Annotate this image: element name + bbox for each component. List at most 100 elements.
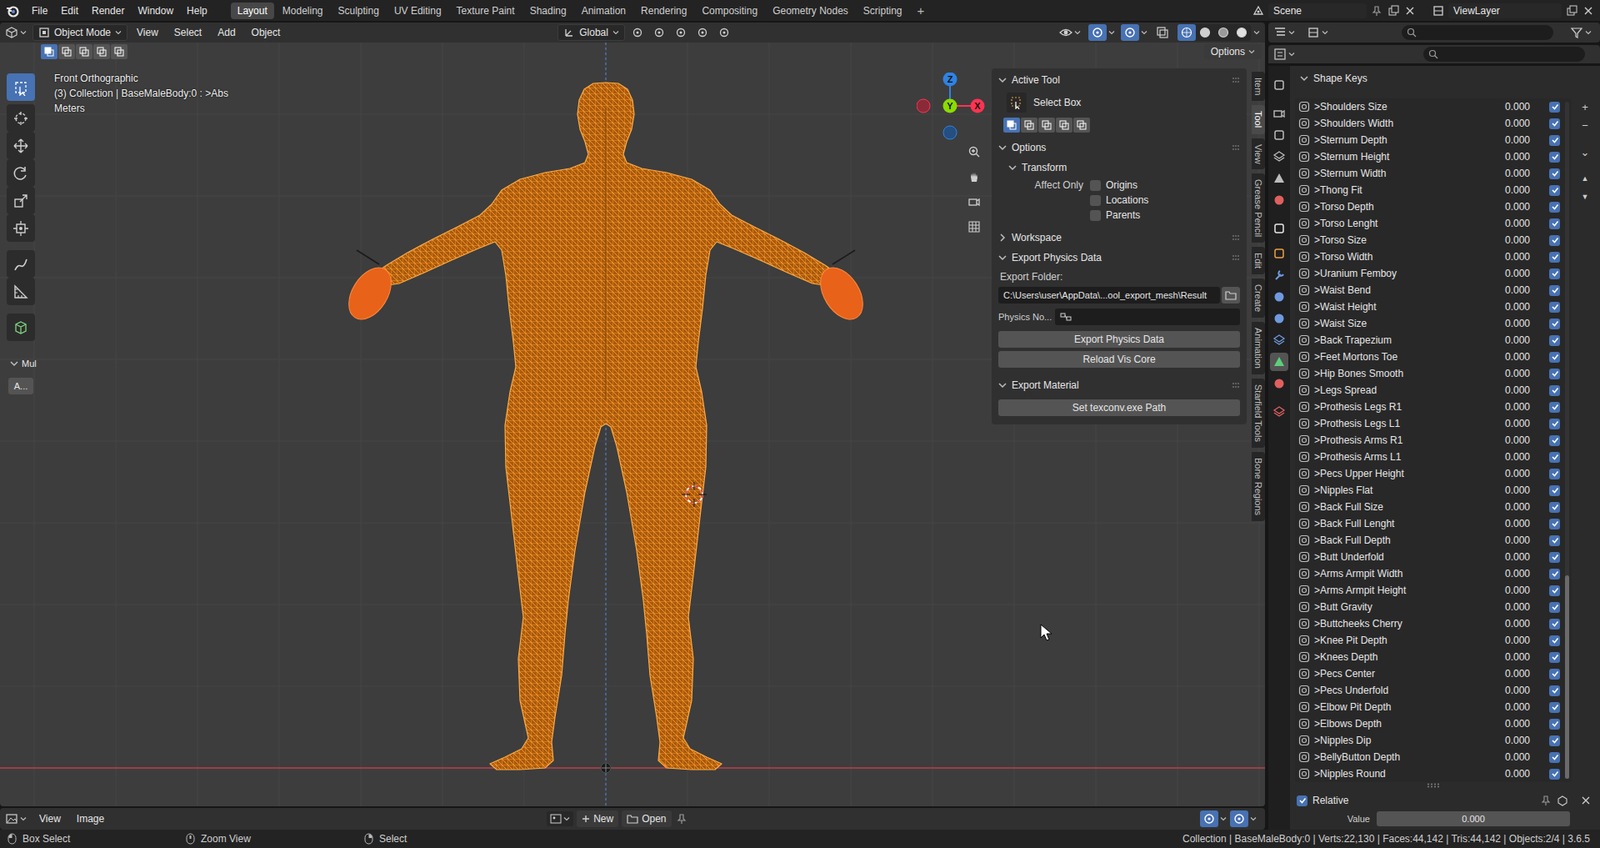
- list-side-button[interactable]: −: [1575, 116, 1595, 134]
- shape-key-value[interactable]: 0.000: [1486, 434, 1530, 446]
- select-mode-button[interactable]: [1020, 117, 1038, 133]
- sidebar-tab[interactable]: Grease Pencil: [1251, 173, 1265, 243]
- shape-key-row[interactable]: >Waist Height0.000: [1298, 298, 1572, 315]
- shape-key-row[interactable]: >Butt Underfold0.000: [1298, 548, 1572, 565]
- shape-key-value[interactable]: 0.000: [1486, 167, 1530, 180]
- select-mode-button[interactable]: [58, 44, 75, 60]
- checkbox[interactable]: [1549, 151, 1560, 163]
- editor-type-button[interactable]: [5, 811, 27, 825]
- checkbox[interactable]: [1549, 751, 1560, 763]
- shading-button[interactable]: [1232, 24, 1251, 41]
- menu-item[interactable]: Window: [130, 1, 180, 20]
- shape-key-row[interactable]: >Back Trapezium0.000: [1298, 331, 1572, 349]
- shading-button[interactable]: [1177, 24, 1196, 41]
- select-mode-button[interactable]: [40, 44, 58, 60]
- checkbox[interactable]: [1549, 451, 1560, 463]
- shape-key-row[interactable]: >Nipples Round0.000: [1298, 765, 1572, 782]
- tool-button[interactable]: [6, 313, 35, 341]
- panel-header[interactable]: Export Physics Data: [991, 247, 1247, 268]
- value-slider[interactable]: 0.000: [1376, 810, 1570, 826]
- workspace-tab[interactable]: Rendering: [634, 2, 694, 20]
- shape-key-value[interactable]: 0.000: [1486, 150, 1530, 163]
- menu-item[interactable]: File: [25, 1, 55, 20]
- viewport-menu-item[interactable]: Add: [210, 23, 242, 42]
- mode-dropdown[interactable]: Object Mode: [32, 24, 128, 41]
- list-scrollbar[interactable]: [1565, 101, 1570, 779]
- shape-key-value[interactable]: 0.000: [1486, 750, 1530, 763]
- checkbox[interactable]: [1549, 768, 1560, 780]
- shape-key-value[interactable]: 0.000: [1486, 234, 1530, 246]
- shape-key-row[interactable]: >Sternum Depth0.000: [1298, 131, 1572, 149]
- workspace-tab[interactable]: Sculpting: [331, 2, 386, 20]
- shape-key-value[interactable]: 0.000: [1486, 667, 1530, 680]
- properties-tab[interactable]: [1270, 244, 1289, 263]
- shape-key-row[interactable]: >Sternum Width0.000: [1298, 165, 1572, 182]
- shape-key-value[interactable]: 0.000: [1486, 617, 1530, 630]
- checkbox[interactable]: [1549, 668, 1560, 680]
- shape-key-value[interactable]: 0.000: [1486, 534, 1530, 546]
- shape-key-value[interactable]: 0.000: [1486, 484, 1530, 496]
- shape-key-value[interactable]: 0.000: [1486, 367, 1530, 380]
- tool-button[interactable]: [6, 159, 35, 187]
- viewport-canvas[interactable]: OptionsMulA...Front Orthographic(3) Coll…: [0, 42, 1265, 806]
- sidebar-tab[interactable]: Bone Regions: [1251, 451, 1265, 521]
- checkbox[interactable]: [1549, 568, 1560, 580]
- viewport-menu-item[interactable]: Object: [245, 23, 288, 42]
- shape-key-value[interactable]: 0.000: [1486, 467, 1530, 480]
- shape-key-row[interactable]: >Nipples Dip0.000: [1298, 731, 1572, 749]
- new-image-button[interactable]: New: [576, 810, 619, 827]
- checkbox-row[interactable]: Locations: [1090, 194, 1239, 206]
- menu-item[interactable]: Render: [85, 1, 131, 20]
- shape-key-value[interactable]: 0.000: [1486, 584, 1530, 596]
- shape-key-value[interactable]: 0.000: [1486, 350, 1530, 363]
- snap-button[interactable]: [650, 24, 669, 41]
- shape-key-value[interactable]: 0.000: [1486, 550, 1530, 563]
- editor-type-button[interactable]: [1273, 25, 1295, 40]
- shape-key-value[interactable]: 0.000: [1486, 200, 1530, 213]
- properties-tab[interactable]: [1270, 125, 1289, 145]
- checkbox[interactable]: [1549, 485, 1560, 496]
- select-mode-button[interactable]: [93, 44, 110, 60]
- panel-header[interactable]: Shape Keys: [1295, 70, 1595, 87]
- checkbox[interactable]: [1549, 301, 1560, 313]
- shape-key-row[interactable]: >Knees Depth0.000: [1298, 648, 1572, 665]
- shape-key-value[interactable]: 0.000: [1486, 517, 1530, 530]
- gizmo-toggle-button[interactable]: [1200, 810, 1227, 827]
- panel-header[interactable]: Workspace: [991, 227, 1247, 248]
- shape-key-row[interactable]: >Prothesis Legs L10.000: [1298, 415, 1572, 432]
- shape-key-value[interactable]: 0.000: [1486, 384, 1530, 396]
- shape-key-row[interactable]: >Back Full Depth0.000: [1298, 531, 1572, 549]
- toggle[interactable]: [1230, 810, 1249, 827]
- shape-key-value[interactable]: 0.000: [1486, 700, 1530, 713]
- select-mode-button[interactable]: [1055, 117, 1073, 133]
- image-menu-item[interactable]: View: [32, 809, 68, 828]
- checkbox[interactable]: [1296, 795, 1308, 806]
- checkbox[interactable]: [1549, 351, 1560, 363]
- shape-key-row[interactable]: >Elbows Depth0.000: [1298, 715, 1572, 732]
- proportional-edit-button[interactable]: [693, 24, 712, 41]
- shape-key-value[interactable]: 0.000: [1486, 250, 1530, 263]
- browse-folder-button[interactable]: [1221, 286, 1240, 304]
- checkbox[interactable]: [1549, 218, 1560, 230]
- checkbox[interactable]: [1549, 635, 1560, 646]
- gizmo-toggle-button[interactable]: [1088, 24, 1115, 41]
- sidebar-tab[interactable]: Edit: [1251, 246, 1265, 275]
- pan-hand-button[interactable]: [964, 166, 985, 187]
- properties-tab[interactable]: [1270, 330, 1289, 350]
- workspace-tab[interactable]: Shading: [523, 2, 574, 20]
- panel-header[interactable]: Options: [991, 137, 1247, 158]
- properties-tab[interactable]: [1270, 190, 1289, 210]
- toggle[interactable]: [1088, 24, 1107, 41]
- shape-key-value[interactable]: 0.000: [1486, 134, 1530, 146]
- checkbox[interactable]: [1549, 168, 1560, 180]
- shape-key-row[interactable]: >Butt Gravity0.000: [1298, 598, 1572, 615]
- viewport-menu-item[interactable]: View: [130, 23, 165, 42]
- shape-key-row[interactable]: >Shoulders Width0.000: [1298, 115, 1572, 132]
- sidebar-tab[interactable]: Starfield Tools: [1251, 378, 1265, 448]
- open-image-button[interactable]: Open: [621, 810, 671, 827]
- properties-tab[interactable]: [1270, 104, 1289, 123]
- tool-button[interactable]: [6, 214, 35, 242]
- shape-key-value[interactable]: 0.000: [1486, 217, 1530, 230]
- sidebar-tab[interactable]: Create: [1251, 278, 1265, 318]
- shape-key-row[interactable]: >Torso Depth0.000: [1298, 198, 1572, 215]
